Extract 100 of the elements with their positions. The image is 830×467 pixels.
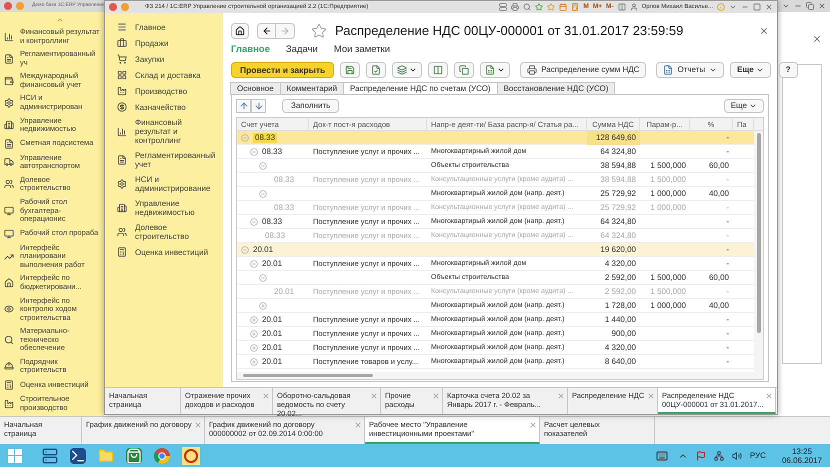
horizontal-scrollbar[interactable] xyxy=(237,372,763,379)
panels-icon xyxy=(618,3,626,11)
table-cell: 08.33 xyxy=(265,231,286,241)
close-icon[interactable] xyxy=(812,34,822,44)
collapse-icon[interactable] xyxy=(250,260,258,268)
toolbar-button[interactable] xyxy=(428,62,448,78)
toolbar-button[interactable] xyxy=(392,62,422,78)
close-icon[interactable] xyxy=(370,392,378,400)
collapse-icon[interactable] xyxy=(259,274,267,282)
table-cell-text: - xyxy=(725,146,730,158)
close-icon[interactable] xyxy=(557,392,565,400)
expand-icon[interactable] xyxy=(250,316,258,324)
document-icon xyxy=(117,155,127,165)
table-cell: 20.01 xyxy=(274,287,294,297)
table-cell-text: - xyxy=(725,216,730,228)
table-cell-text: 900,00 xyxy=(610,328,637,340)
terminal-icon[interactable] xyxy=(70,448,86,464)
section-item[interactable]: Оценка инвестиций xyxy=(135,248,208,256)
collapse-icon[interactable] xyxy=(259,190,267,198)
section-item[interactable]: НСИ и администрирование xyxy=(135,175,219,193)
table-cell-text: 1 440,00 xyxy=(604,314,637,326)
close-icon[interactable] xyxy=(194,421,202,429)
menu-button[interactable] xyxy=(16,2,24,10)
section-item[interactable]: Продажи xyxy=(135,38,168,48)
close-icon[interactable] xyxy=(262,392,270,400)
expand-icon[interactable] xyxy=(250,358,258,366)
move-up-button[interactable] xyxy=(236,99,251,113)
clock-date[interactable]: 06.06.2017 xyxy=(782,456,822,464)
back-button[interactable] xyxy=(257,23,276,39)
table-cell-text: 1 500,000 xyxy=(649,272,687,284)
toolbar-button[interactable]: Отчеты xyxy=(656,62,724,78)
nav-link[interactable]: Мои заметки xyxy=(334,42,390,58)
close-icon[interactable] xyxy=(647,392,655,400)
section-item[interactable]: Регламентированный учет xyxy=(135,151,219,169)
table-cell-text: - xyxy=(725,342,730,354)
more-button[interactable]: Еще xyxy=(724,99,764,113)
collapse-icon[interactable] xyxy=(241,134,249,142)
close-icon[interactable] xyxy=(354,421,362,429)
close-icon[interactable] xyxy=(759,26,769,36)
scroll-up-icon[interactable] xyxy=(56,16,64,24)
calendar-icon xyxy=(559,3,568,11)
collapse-icon[interactable] xyxy=(241,246,249,254)
post-and-close-button[interactable]: Провести и закрыть xyxy=(231,62,334,78)
arrow-right-icon xyxy=(280,26,290,36)
collapse-icon[interactable] xyxy=(250,218,258,226)
user-icon xyxy=(630,3,638,11)
expand-icon[interactable] xyxy=(250,344,258,352)
save-icon xyxy=(345,65,356,75)
toolbar-button[interactable] xyxy=(366,62,386,78)
section-item[interactable]: Казначейство xyxy=(135,102,186,112)
toolbar-button[interactable]: Распределение сумм НДС xyxy=(520,62,646,78)
menu-button[interactable] xyxy=(121,3,129,11)
tab[interactable]: Восстановление НДС (УСО) xyxy=(496,82,616,95)
speaker-icon[interactable] xyxy=(732,450,742,460)
table-cell-text: - xyxy=(725,174,730,186)
people-icon xyxy=(4,179,14,190)
section-item[interactable]: Производство xyxy=(135,86,188,96)
expand-icon[interactable] xyxy=(250,330,258,338)
section-item[interactable]: Долевое строительство xyxy=(135,223,219,241)
fill-button[interactable]: Заполнить xyxy=(282,99,340,113)
tab[interactable]: Основное xyxy=(230,82,281,95)
server-icon[interactable] xyxy=(42,448,58,464)
table-cell-text: 4 320,00 xyxy=(604,258,637,270)
collapse-icon[interactable] xyxy=(259,162,267,170)
expand-icon[interactable] xyxy=(259,302,267,310)
clock-time[interactable]: 13:25 xyxy=(792,446,812,456)
layers-icon xyxy=(397,65,408,75)
vertical-scrollbar[interactable] xyxy=(754,131,763,372)
flag-icon[interactable] xyxy=(696,450,706,460)
folder-icon[interactable] xyxy=(98,448,114,464)
section-item[interactable]: Главное xyxy=(135,22,166,32)
windows-logo-icon[interactable] xyxy=(8,448,22,462)
more-button[interactable]: Еще xyxy=(730,62,771,78)
tab[interactable]: Распределение НДС по счетам (УСО) xyxy=(343,82,498,95)
close-icon[interactable] xyxy=(529,421,537,429)
section-item[interactable]: Управление недвижимостью xyxy=(135,199,219,217)
close-icon[interactable] xyxy=(765,392,773,400)
monitor-icon xyxy=(4,228,14,239)
toolbar-button[interactable] xyxy=(454,62,474,78)
section-item[interactable]: Финансовый результат и контроллинг xyxy=(135,118,219,145)
section-item[interactable]: Склад и доставка xyxy=(135,70,201,80)
table-cell-text: - xyxy=(725,286,730,298)
network-icon[interactable] xyxy=(714,450,724,460)
table-cell-text: - xyxy=(725,356,730,368)
round-logo-icon[interactable] xyxy=(154,448,170,464)
section-item[interactable]: Закупки xyxy=(135,54,164,64)
collapse-icon[interactable] xyxy=(250,148,258,156)
keyboard-icon[interactable] xyxy=(654,450,670,462)
bar-chart-icon xyxy=(117,126,127,136)
shopping-bag-icon[interactable] xyxy=(126,448,142,464)
language-indicator[interactable]: РУС xyxy=(750,450,766,462)
close-icon[interactable] xyxy=(432,392,440,400)
home-button[interactable] xyxy=(231,23,249,39)
toolbar-button[interactable] xyxy=(340,62,360,78)
move-down-button[interactable] xyxy=(251,99,266,113)
help-button[interactable]: ? xyxy=(778,62,798,78)
nav-link[interactable]: Задачи xyxy=(286,42,318,58)
toolbar-button[interactable] xyxy=(480,62,510,78)
star-icon[interactable] xyxy=(311,23,327,39)
document-check-icon xyxy=(371,65,382,75)
